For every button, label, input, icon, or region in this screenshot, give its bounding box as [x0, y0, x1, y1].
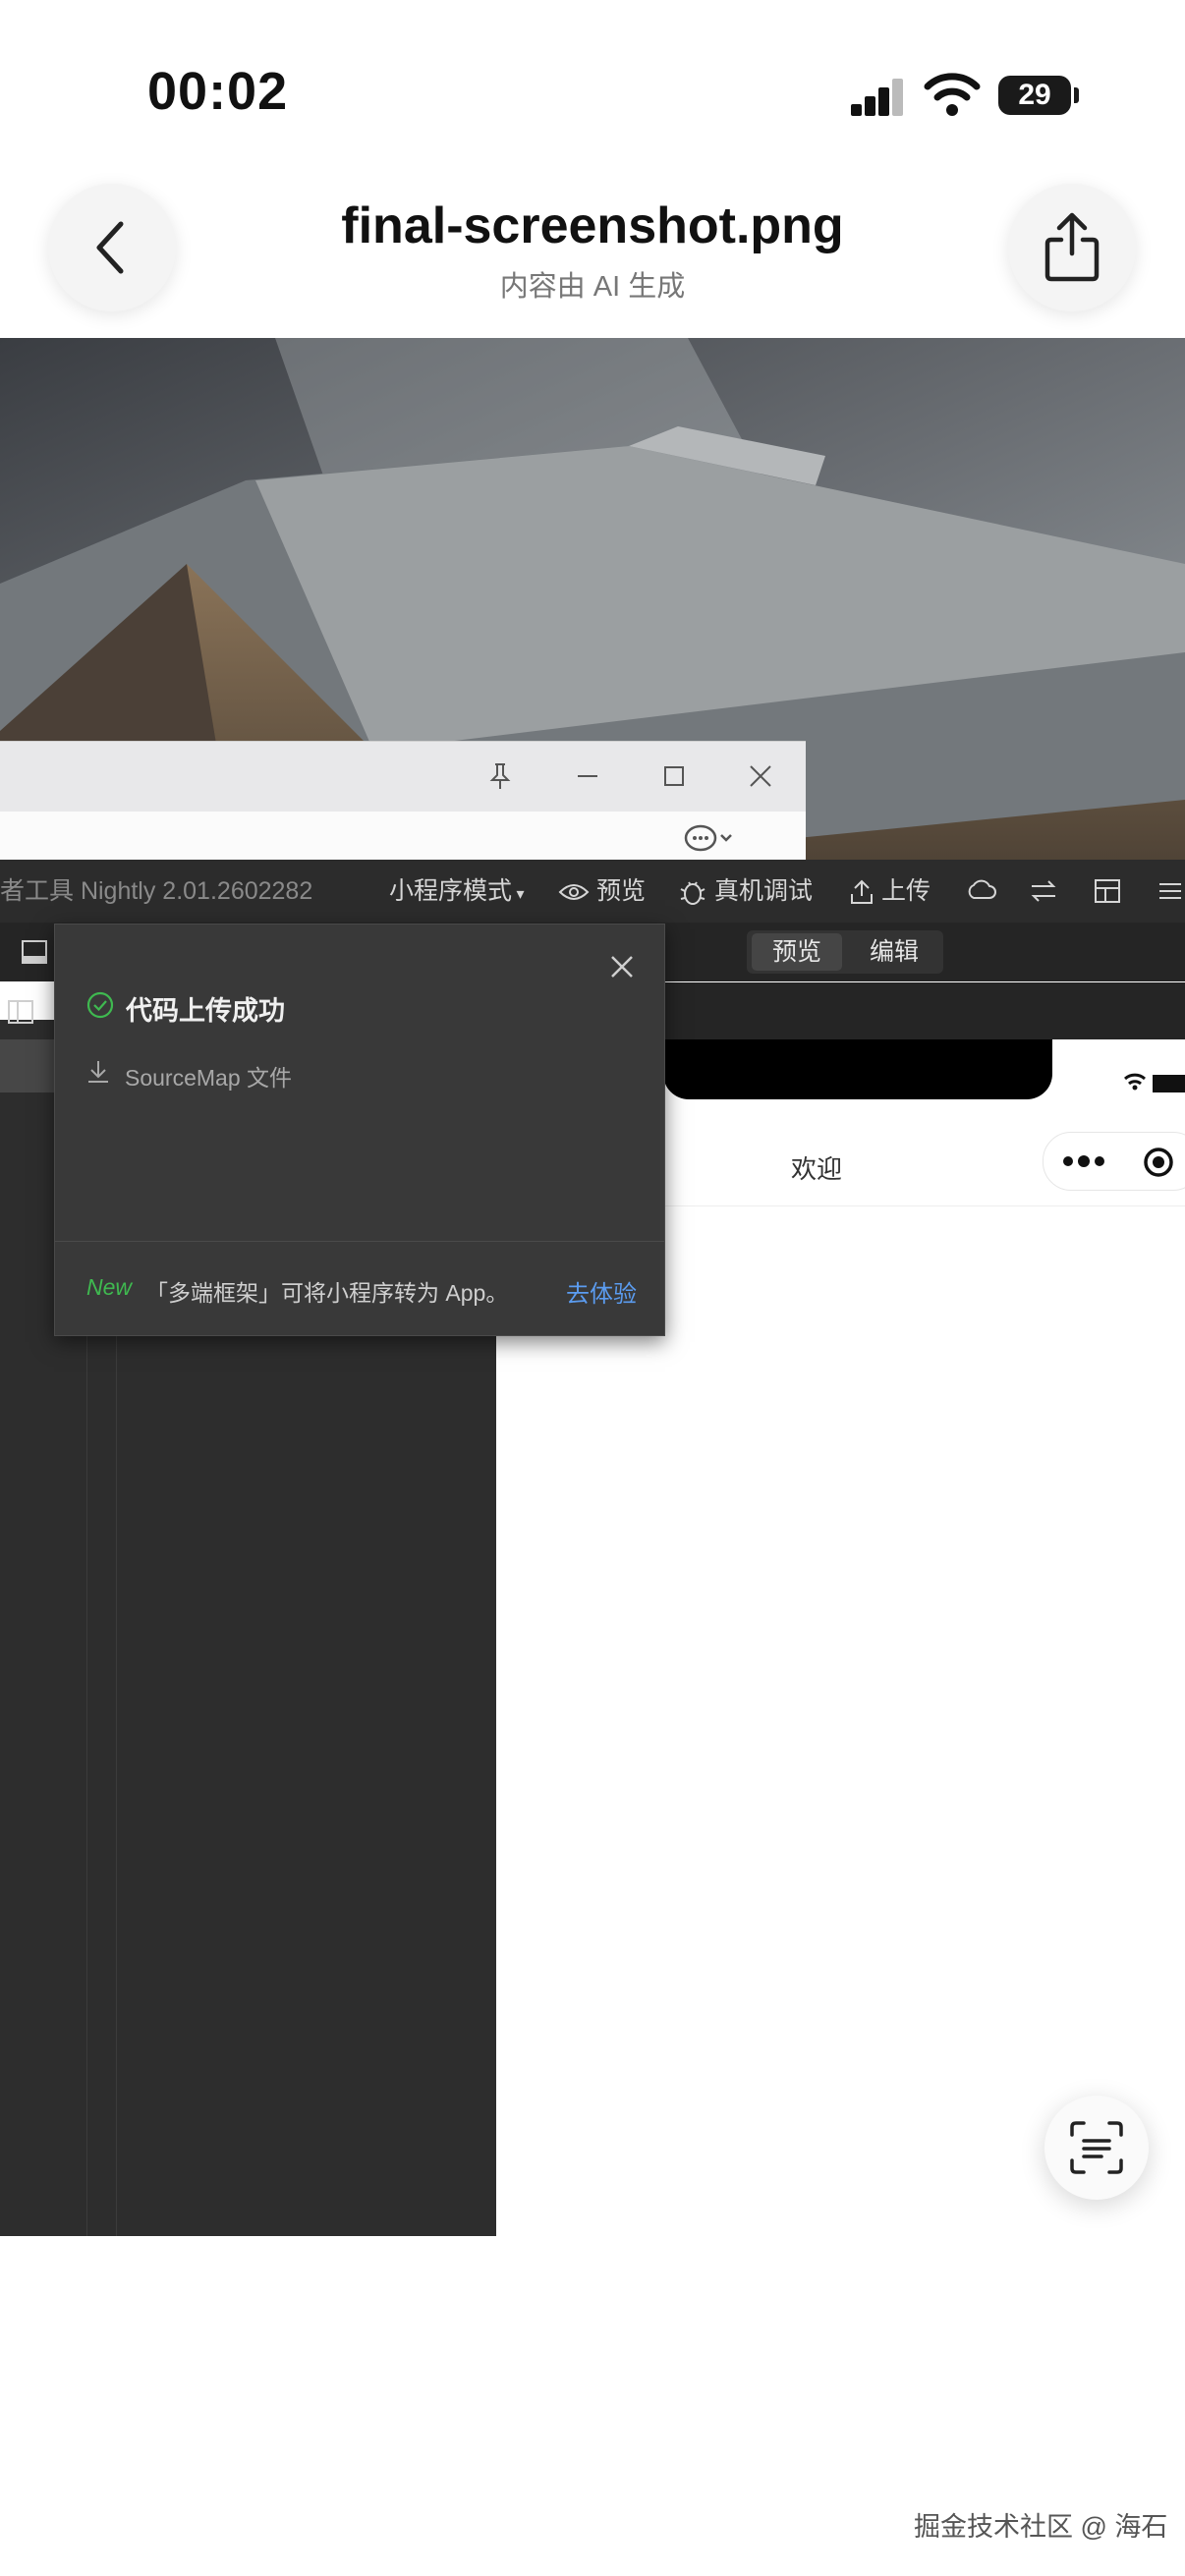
file-title: final-screenshot.png: [341, 197, 844, 254]
layout-icon[interactable]: [1093, 876, 1122, 906]
try-it-link[interactable]: 去体验: [566, 1274, 637, 1309]
upload-label: 上传: [880, 877, 931, 905]
menu-icon[interactable]: [1156, 876, 1185, 906]
mode-dropdown[interactable]: 小程序模式 ▾: [389, 860, 525, 923]
close-window-icon[interactable]: [748, 761, 773, 791]
share-button[interactable]: [1008, 184, 1136, 311]
background-window-titlebar: [0, 741, 806, 812]
capsule-button[interactable]: [1043, 1132, 1185, 1191]
watermark: 掘金技术社区 @ 海石: [914, 2512, 1168, 2542]
dropdown-arrow-icon: ▾: [512, 886, 525, 903]
chevron-left-icon: [96, 221, 124, 274]
phone-corner: [1052, 1039, 1185, 1108]
mode-label: 小程序模式: [389, 877, 513, 905]
miniprogram-page-title: 欢迎: [791, 1154, 843, 1184]
tab-edit[interactable]: 编辑: [849, 933, 939, 971]
success-check-icon: [86, 991, 114, 1019]
dialog-divider: [55, 1241, 664, 1242]
preview-button[interactable]: 预览: [558, 860, 646, 923]
preview-label: 预览: [595, 877, 646, 905]
close-miniprogram-icon[interactable]: [1142, 1146, 1175, 1179]
ai-generated-label: 内容由 AI 生成: [499, 271, 686, 303]
device-debug-button[interactable]: 真机调试: [678, 860, 813, 923]
ide-toolbar: 者工具 Nightly 2.01.2602282 小程序模式 ▾ 预览 真机调试…: [0, 860, 1185, 923]
upload-button[interactable]: 上传: [849, 860, 931, 923]
new-badge: New: [86, 1274, 133, 1300]
battery-tip: [1074, 87, 1079, 103]
maximize-icon[interactable]: [661, 761, 687, 791]
phone-wifi-icon: [1124, 1073, 1146, 1091]
wifi-icon: [924, 73, 981, 116]
cloud-icon[interactable]: [965, 876, 998, 906]
back-button[interactable]: [48, 184, 176, 311]
minimize-icon[interactable]: [575, 761, 600, 791]
more-dots-icon[interactable]: [1061, 1152, 1106, 1170]
device-debug-label: 真机调试: [713, 877, 813, 905]
upload-icon: [851, 879, 873, 905]
pin-icon[interactable]: [487, 761, 513, 791]
panel-split-icon[interactable]: [6, 998, 35, 1026]
dialog-title: 代码上传成功: [126, 996, 285, 1026]
scan-text-icon: [1070, 2121, 1123, 2174]
chat-bubble-icon[interactable]: [684, 823, 735, 857]
ide-app-title: 者工具 Nightly 2.01.2602282: [0, 877, 313, 905]
phone-battery-icon: [1153, 1075, 1185, 1092]
phone-notch: [663, 1039, 1052, 1099]
text-scan-button[interactable]: [1044, 2096, 1149, 2200]
bug-icon: [680, 881, 705, 906]
sourcemap-link[interactable]: SourceMap 文件: [125, 1059, 292, 1092]
cellular-signal-icon: [851, 77, 903, 116]
eye-icon: [558, 884, 590, 901]
switch-icon[interactable]: [1028, 876, 1059, 906]
download-icon[interactable]: [86, 1059, 110, 1085]
promo-text: 「多端框架」可将小程序转为 App。: [145, 1280, 509, 1306]
close-dialog-icon[interactable]: [609, 954, 635, 980]
upload-success-dialog: 代码上传成功 SourceMap 文件 New 「多端框架」可将小程序转为 Ap…: [54, 924, 665, 1336]
status-time: 00:02: [147, 62, 289, 121]
terminal-icon[interactable]: [20, 938, 49, 966]
share-icon: [1044, 212, 1100, 282]
battery-indicator: 29: [998, 76, 1071, 115]
background-window-body: [0, 812, 806, 864]
tab-preview[interactable]: 预览: [752, 933, 842, 971]
